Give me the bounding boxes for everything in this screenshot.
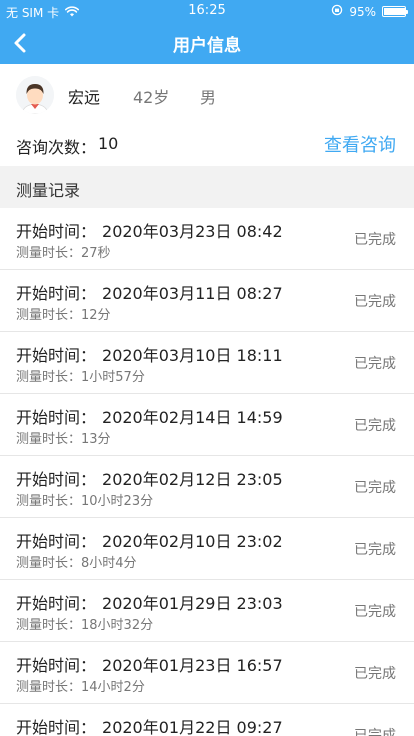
record-status: 已完成 [354, 294, 396, 310]
record-row[interactable]: 开始时间： 2020年02月14日 14:59 测量时长：13分 已完成 [0, 394, 414, 456]
record-start-time: 2020年03月10日 18:11 [102, 346, 283, 365]
record-start-label: 开始时间： [16, 532, 97, 551]
battery-percent: 95% [349, 4, 376, 19]
record-duration-label: 测量时长： [16, 308, 82, 323]
record-duration-label: 测量时长： [16, 246, 82, 261]
consult-count-label: 咨询次数： [16, 138, 97, 157]
record-start-label: 开始时间： [16, 656, 97, 675]
record-start-label: 开始时间： [16, 346, 97, 365]
record-row[interactable]: 开始时间： 2020年01月22日 09:27 已完成 [0, 704, 414, 736]
record-row[interactable]: 开始时间： 2020年03月11日 08:27 测量时长：12分 已完成 [0, 270, 414, 332]
record-duration-label: 测量时长： [16, 618, 82, 633]
record-start-time: 2020年01月23日 16:57 [102, 656, 283, 675]
consult-count-value: 10 [98, 134, 119, 153]
record-duration: 1小时57分 [81, 370, 145, 385]
record-row[interactable]: 开始时间： 2020年02月12日 23:05 测量时长：10小时23分 已完成 [0, 456, 414, 518]
avatar [16, 76, 54, 114]
record-status: 已完成 [354, 666, 396, 682]
record-duration-label: 测量时长： [16, 680, 82, 695]
record-start-label: 开始时间： [16, 284, 97, 303]
record-start-time: 2020年01月29日 23:03 [102, 594, 283, 613]
record-start-time: 2020年02月12日 23:05 [102, 470, 283, 489]
record-status: 已完成 [354, 232, 396, 248]
record-start-time: 2020年03月11日 08:27 [102, 284, 283, 303]
record-start-time: 2020年02月14日 14:59 [102, 408, 283, 427]
record-row[interactable]: 开始时间： 2020年03月23日 08:42 测量时长：27秒 已完成 [0, 208, 414, 270]
record-list: 开始时间： 2020年03月23日 08:42 测量时长：27秒 已完成 开始时间… [0, 208, 414, 736]
record-start-label: 开始时间： [16, 718, 97, 736]
battery-icon [382, 6, 408, 17]
record-start-label: 开始时间： [16, 408, 97, 427]
record-duration: 13分 [81, 432, 111, 447]
user-gender: 男 [200, 88, 217, 107]
record-row[interactable]: 开始时间： 2020年01月29日 23:03 测量时长：18小时32分 已完成 [0, 580, 414, 642]
record-start-time: 2020年02月10日 23:02 [102, 532, 283, 551]
consult-summary: 咨询次数： 10 查看咨询 [0, 126, 414, 166]
user-age: 42岁 [133, 88, 170, 107]
section-title: 测量记录 [16, 181, 81, 200]
record-status: 已完成 [354, 356, 396, 372]
record-start-label: 开始时间： [16, 470, 97, 489]
record-row[interactable]: 开始时间： 2020年02月10日 23:02 测量时长：8小时4分 已完成 [0, 518, 414, 580]
record-start-label: 开始时间： [16, 222, 97, 241]
record-duration: 18小时32分 [81, 618, 154, 633]
orientation-lock-icon [331, 4, 343, 19]
record-status: 已完成 [354, 604, 396, 620]
record-status: 已完成 [354, 542, 396, 558]
record-start-label: 开始时间： [16, 594, 97, 613]
navigation-bar: 用户信息 [0, 22, 414, 64]
record-duration-label: 测量时长： [16, 494, 82, 509]
record-duration: 14小时2分 [81, 680, 145, 695]
user-profile: 宏远 42岁 男 [0, 64, 414, 126]
record-duration: 12分 [81, 308, 111, 323]
record-duration-label: 测量时长： [16, 432, 82, 447]
record-duration-label: 测量时长： [16, 370, 82, 385]
user-name: 宏远 [68, 88, 101, 107]
record-duration: 8小时4分 [81, 556, 137, 571]
record-status: 已完成 [354, 418, 396, 434]
record-row[interactable]: 开始时间： 2020年01月23日 16:57 测量时长：14小时2分 已完成 [0, 642, 414, 704]
top-bar: 无 SIM 卡 16:25 95% 用户信息 [0, 0, 414, 64]
view-consult-link[interactable]: 查看咨询 [324, 131, 396, 157]
record-status: 已完成 [354, 728, 396, 736]
record-row[interactable]: 开始时间： 2020年03月10日 18:11 测量时长：1小时57分 已完成 [0, 332, 414, 394]
record-start-time: 2020年01月22日 09:27 [102, 718, 283, 736]
record-status: 已完成 [354, 480, 396, 496]
section-header: 测量记录 [0, 166, 414, 208]
record-duration: 10小时23分 [81, 494, 154, 509]
record-start-time: 2020年03月23日 08:42 [102, 222, 283, 241]
record-duration-label: 测量时长： [16, 556, 82, 571]
status-bar: 无 SIM 卡 16:25 95% [0, 0, 414, 22]
page-title: 用户信息 [173, 36, 241, 56]
record-duration: 27秒 [81, 246, 111, 261]
